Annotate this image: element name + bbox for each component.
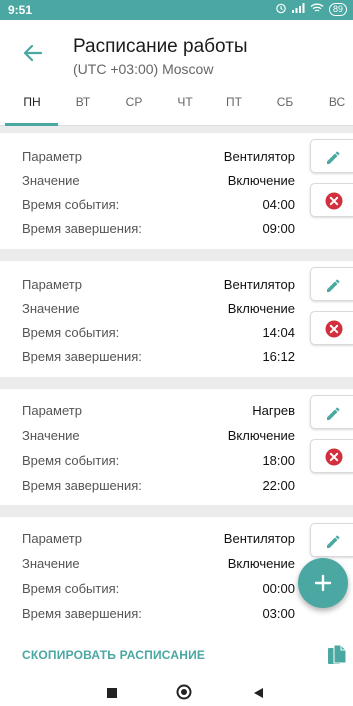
- edit-button[interactable]: [310, 267, 353, 301]
- tab-tue[interactable]: ВТ: [63, 90, 103, 124]
- value-label: Значение: [22, 301, 80, 316]
- status-icons: 89: [275, 2, 347, 17]
- param-label: Параметр: [22, 277, 82, 292]
- plus-icon: [314, 574, 332, 592]
- schedule-card: Параметр Нагрев Значение Включение Время с…: [0, 389, 353, 505]
- edit-button[interactable]: [310, 523, 353, 557]
- pencil-icon: [327, 279, 340, 292]
- param-value: Вентилятор: [223, 149, 295, 164]
- event-time-value: 18:00: [262, 453, 295, 468]
- value-value: Включение: [227, 556, 295, 571]
- event-time-value: 14:04: [262, 325, 295, 340]
- value-value: Включение: [227, 301, 295, 316]
- alarm-icon: [275, 2, 287, 17]
- battery-icon: 89: [328, 3, 347, 16]
- delete-button[interactable]: [310, 439, 353, 473]
- edit-button[interactable]: [310, 139, 353, 173]
- add-event-button[interactable]: [298, 558, 348, 608]
- close-circle-icon: [325, 448, 343, 466]
- end-time-row: Время завершения: 16:12: [22, 349, 295, 367]
- event-time-value: 04:00: [262, 197, 295, 212]
- end-time-label: Время завершения:: [22, 349, 142, 364]
- value-row: Значение Включение: [22, 301, 295, 319]
- close-circle-icon: [325, 320, 343, 338]
- status-time: 9:51: [8, 3, 33, 17]
- pencil-icon: [327, 407, 340, 420]
- end-time-label: Время завершения:: [22, 478, 142, 493]
- event-time-label: Время события:: [22, 197, 120, 212]
- value-label: Значение: [22, 173, 80, 188]
- delete-button[interactable]: [310, 311, 353, 345]
- timezone-subtitle: (UTC +03:00) Moscow: [73, 61, 214, 77]
- wifi-icon: [310, 3, 324, 16]
- delete-button[interactable]: [310, 183, 353, 217]
- end-time-value: 22:00: [262, 478, 295, 493]
- param-value: Нагрев: [252, 403, 295, 418]
- pencil-icon: [327, 151, 340, 164]
- value-row: Значение Включение: [22, 173, 295, 191]
- value-value: Включение: [227, 173, 295, 188]
- back-nav-icon[interactable]: [252, 686, 264, 704]
- param-row: Параметр Нагрев: [22, 403, 295, 421]
- close-circle-icon: [325, 192, 343, 210]
- app-header: Расписание работы (UTC +03:00) Moscow: [0, 20, 353, 90]
- event-time-row: Время события: 14:04: [22, 325, 295, 343]
- end-time-label: Время завершения:: [22, 221, 142, 236]
- copy-schedule-button[interactable]: СКОПИРОВАТЬ РАСПИСАНИЕ: [22, 648, 205, 662]
- param-row: Параметр Вентилятор: [22, 277, 295, 295]
- tab-sat[interactable]: СБ: [265, 90, 305, 124]
- event-time-label: Время события:: [22, 581, 120, 596]
- end-time-label: Время завершения:: [22, 606, 142, 621]
- end-time-row: Время завершения: 09:00: [22, 221, 295, 239]
- page-title: Расписание работы: [73, 36, 248, 57]
- param-label: Параметр: [22, 531, 82, 546]
- event-time-row: Время события: 00:00: [22, 581, 295, 599]
- event-time-row: Время события: 18:00: [22, 453, 295, 471]
- event-time-row: Время события: 04:00: [22, 197, 295, 215]
- copy-schedule-bar: СКОПИРОВАТЬ РАСПИСАНИЕ: [0, 632, 353, 680]
- tab-wed[interactable]: СР: [114, 90, 154, 124]
- signal-icon: [291, 3, 305, 16]
- tab-mon[interactable]: ПН: [12, 90, 52, 124]
- value-row: Значение Включение: [22, 556, 295, 574]
- system-nav-bar: [0, 680, 353, 706]
- end-time-row: Время завершения: 03:00: [22, 606, 295, 624]
- param-value: Вентилятор: [223, 277, 295, 292]
- end-time-value: 09:00: [262, 221, 295, 236]
- tab-fri[interactable]: ПТ: [214, 90, 254, 124]
- edit-button[interactable]: [310, 395, 353, 429]
- status-bar: 9:51 89: [0, 0, 353, 20]
- end-time-value: 16:12: [262, 349, 295, 364]
- param-row: Параметр Вентилятор: [22, 531, 295, 549]
- home-icon[interactable]: [176, 684, 192, 705]
- value-label: Значение: [22, 556, 80, 571]
- day-tabs: ПН ВТ СР ЧТ ПТ СБ ВС: [0, 90, 353, 126]
- active-tab-indicator: [5, 123, 58, 126]
- event-time-value: 00:00: [262, 581, 295, 596]
- event-time-label: Время события:: [22, 325, 120, 340]
- pencil-icon: [327, 535, 340, 548]
- back-arrow-icon[interactable]: [22, 42, 44, 64]
- param-label: Параметр: [22, 149, 82, 164]
- copy-icon[interactable]: [328, 644, 347, 671]
- recent-apps-icon[interactable]: [106, 686, 118, 704]
- event-time-label: Время события:: [22, 453, 120, 468]
- param-row: Параметр Вентилятор: [22, 149, 295, 167]
- tab-thu[interactable]: ЧТ: [165, 90, 205, 124]
- end-time-row: Время завершения: 22:00: [22, 478, 295, 496]
- tab-sun[interactable]: ВС: [317, 90, 353, 124]
- schedule-card: Параметр Вентилятор Значение Включение Вре…: [0, 261, 353, 377]
- param-value: Вентилятор: [223, 531, 295, 546]
- value-label: Значение: [22, 428, 80, 443]
- value-value: Включение: [227, 428, 295, 443]
- param-label: Параметр: [22, 403, 82, 418]
- value-row: Значение Включение: [22, 428, 295, 446]
- end-time-value: 03:00: [262, 606, 295, 621]
- schedule-card: Параметр Вентилятор Значение Включение Вре…: [0, 133, 353, 249]
